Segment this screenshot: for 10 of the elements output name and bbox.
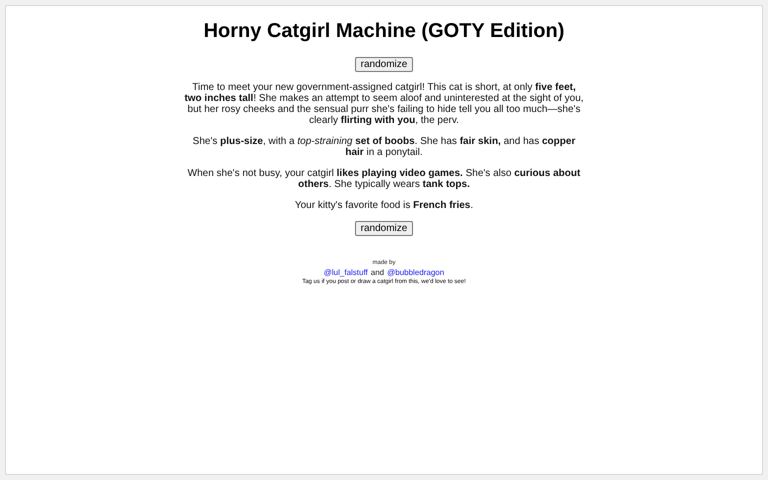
randomize-button[interactable]: randomize: [354, 57, 414, 72]
description-paragraph: She's plus-size, with a top-straining set of boobs. She has fair skin, and has copper hair in a ponytail.: [192, 136, 576, 158]
author-link[interactable]: @bubbledragon: [387, 268, 444, 277]
author-link[interactable]: @lul_falstuff: [324, 268, 368, 277]
conjunction-text: and: [370, 268, 384, 277]
page-title: Horny Catgirl Machine (GOTY Edition): [204, 20, 564, 43]
description-paragraph: Time to meet your new government-assigned catgirl! This cat is short, at only five feet, two inches tall! She makes an attempt to seem aloof and uninterested at the sight of you, but her rosy cheeks and the sensual purr she's failing to hide tell you all too much—she's clearly flirting with you, the perv.: [184, 82, 584, 126]
randomize-button[interactable]: randomize: [354, 221, 414, 236]
description-paragraph: When she's not busy, your catgirl likes playing video games. She's also curious about others. She typically wears tank tops.: [186, 168, 582, 190]
description-paragraph: Your kitty's favorite food is French fries.: [294, 200, 474, 211]
